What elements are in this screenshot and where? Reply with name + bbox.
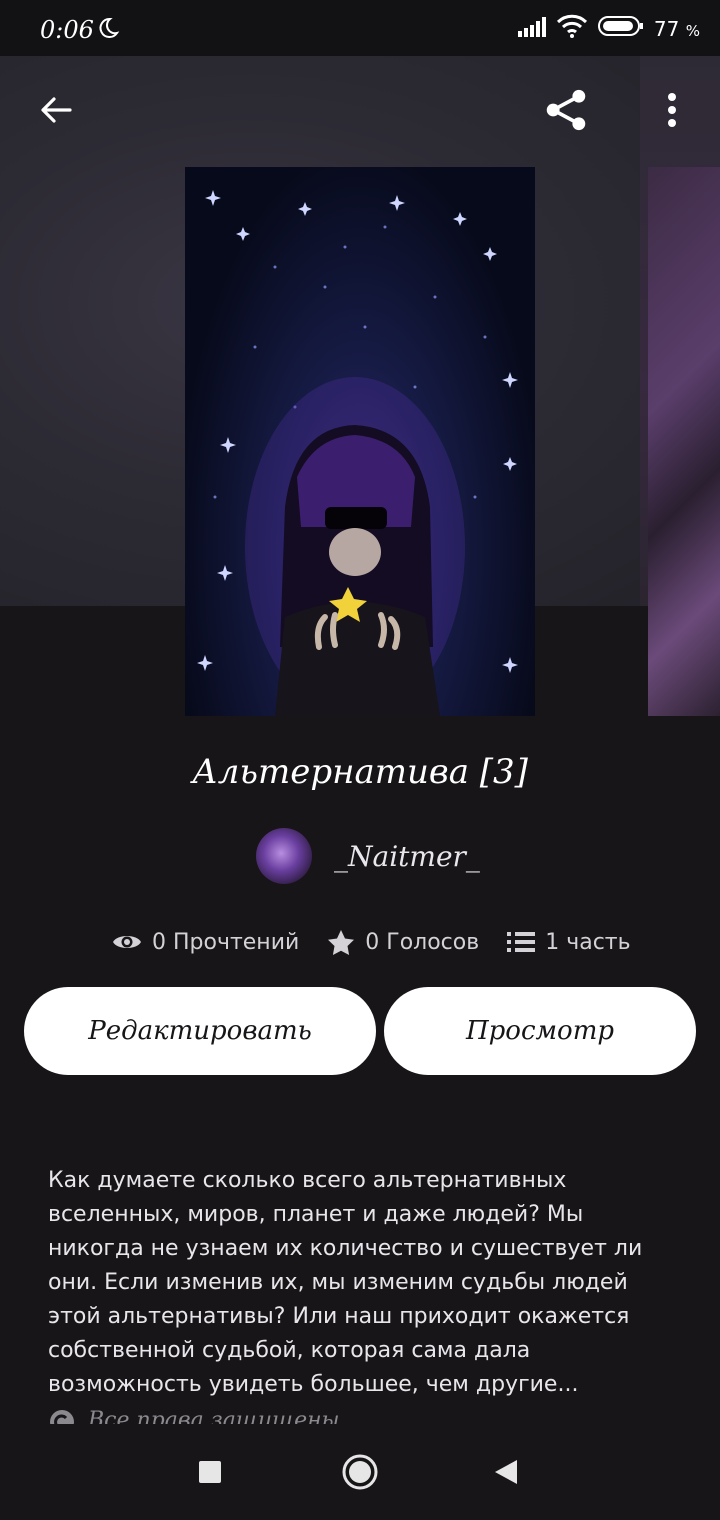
square-icon xyxy=(199,1461,221,1483)
author-name: _Naitmer_ xyxy=(334,839,480,873)
triangle-back-icon xyxy=(495,1460,517,1484)
cover-artwork xyxy=(197,190,518,716)
more-options-button[interactable] xyxy=(650,88,694,132)
more-vert-icon xyxy=(668,93,676,127)
author-link[interactable]: _Naitmer_ xyxy=(256,826,480,886)
status-bar: 0:06 77 % xyxy=(0,0,720,56)
recents-button[interactable] xyxy=(186,1448,234,1496)
votes-stat: 0 Голосов xyxy=(327,929,479,955)
share-icon xyxy=(546,89,586,131)
home-button[interactable] xyxy=(336,1448,384,1496)
back-button[interactable] xyxy=(34,88,78,132)
signal-icon xyxy=(516,15,546,43)
circle-home-icon xyxy=(342,1454,378,1490)
eye-icon xyxy=(113,936,141,948)
back-nav-button[interactable] xyxy=(482,1448,530,1496)
reads-count: 0 Прочтений xyxy=(152,929,300,955)
list-icon xyxy=(507,932,536,952)
story-description: Как думаете сколько всего альтернативных… xyxy=(48,1168,643,1397)
story-cover-image[interactable] xyxy=(185,167,535,716)
do-not-disturb-icon xyxy=(96,16,120,46)
next-cover-image[interactable] xyxy=(648,167,720,716)
reads-stat: 0 Прочтений xyxy=(112,930,299,955)
battery-icon xyxy=(597,15,644,43)
votes-count: 0 Голосов xyxy=(365,929,480,955)
story-stats: 0 Прочтений 0 Голосов 1 часть xyxy=(112,922,659,962)
status-time: 0:06 xyxy=(40,16,94,44)
preview-button[interactable]: Просмотр xyxy=(384,987,696,1075)
star-icon xyxy=(328,930,355,955)
arrow-left-icon xyxy=(41,97,72,123)
system-nav-bar xyxy=(0,1424,720,1520)
story-title: Альтернатива [3] xyxy=(192,752,528,792)
share-button[interactable] xyxy=(544,88,588,132)
battery-percent-sign: % xyxy=(685,22,700,40)
wifi-icon xyxy=(556,14,588,44)
battery-level: 77 xyxy=(653,17,680,41)
parts-count: 1 часть xyxy=(545,929,631,955)
parts-stat[interactable]: 1 часть xyxy=(507,929,631,955)
edit-button[interactable]: Редактировать xyxy=(24,987,376,1075)
avatar xyxy=(256,828,312,884)
